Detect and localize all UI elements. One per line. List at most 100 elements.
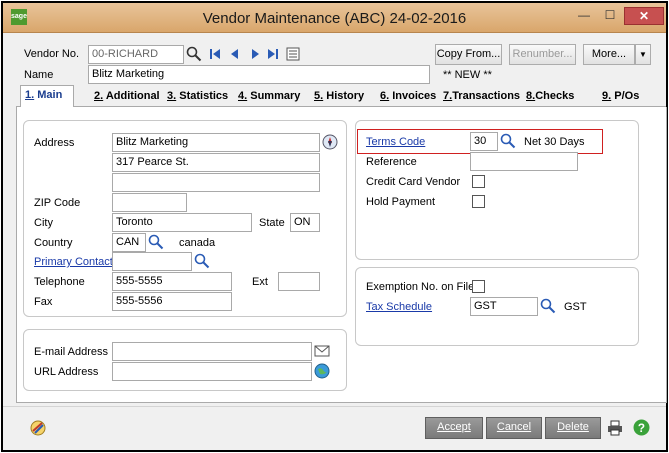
- tab-statistics-number: 3.: [167, 90, 177, 102]
- help-icon[interactable]: ?: [633, 419, 650, 436]
- tax-schedule-field[interactable]: GST: [470, 297, 538, 316]
- address-line2-field[interactable]: 317 Pearce St.: [112, 153, 320, 172]
- country-field[interactable]: CAN: [112, 233, 146, 252]
- web-globe-icon[interactable]: [314, 363, 330, 379]
- tab-checks[interactable]: 8.Checks: [522, 87, 578, 107]
- reference-label: Reference: [366, 156, 417, 168]
- tab-main-number: 1.: [25, 89, 35, 101]
- email-field[interactable]: [112, 342, 312, 361]
- credit-card-vendor-checkbox[interactable]: [472, 175, 485, 188]
- terms-code-field[interactable]: 30: [470, 132, 498, 151]
- cancel-button[interactable]: Cancel: [486, 417, 542, 439]
- close-button[interactable]: ✕: [624, 7, 664, 25]
- url-field[interactable]: [112, 362, 312, 381]
- telephone-label: Telephone: [34, 276, 85, 288]
- telephone-field[interactable]: 555-5555: [112, 272, 232, 291]
- tab-summary-number: 4.: [238, 90, 248, 102]
- vendor-maintenance-window: sage Vendor Maintenance (ABC) 24-02-2016…: [1, 1, 668, 452]
- tab-summary[interactable]: 4. Summary: [234, 87, 304, 107]
- more-button[interactable]: More...: [583, 44, 635, 65]
- tax-schedule-description: GST: [564, 301, 587, 313]
- exemption-checkbox[interactable]: [472, 280, 485, 293]
- address-line1-field[interactable]: Blitz Marketing: [112, 133, 320, 152]
- tab-main-label: Main: [37, 89, 63, 101]
- fax-field[interactable]: 555-5556: [112, 292, 232, 311]
- hold-payment-checkbox[interactable]: [472, 195, 485, 208]
- new-status-text: ** NEW **: [443, 69, 492, 81]
- list-icon[interactable]: [285, 46, 301, 62]
- ext-label: Ext: [252, 276, 268, 288]
- main-tab-content: Address Blitz Marketing 317 Pearce St. Z…: [16, 107, 667, 403]
- footer-bar: Accept Cancel Delete ?: [3, 406, 666, 450]
- more-dropdown-icon[interactable]: ▼: [635, 44, 651, 65]
- reference-field[interactable]: [470, 152, 578, 171]
- city-label: City: [34, 217, 53, 229]
- country-lookup-icon[interactable]: [148, 234, 164, 250]
- zip-code-label: ZIP Code: [34, 197, 81, 209]
- printer-icon[interactable]: [607, 420, 623, 436]
- accept-button[interactable]: Accept: [425, 417, 483, 439]
- tab-history-number: 5.: [314, 90, 324, 102]
- tab-history-label: History: [326, 90, 365, 102]
- tab-transactions[interactable]: 7.Transactions: [439, 87, 524, 107]
- terms-code-link[interactable]: Terms Code: [366, 136, 425, 148]
- maximize-button[interactable]: ☐: [597, 7, 623, 25]
- svg-text:?: ?: [638, 422, 645, 435]
- tax-schedule-link[interactable]: Tax Schedule: [366, 301, 432, 313]
- delete-button[interactable]: Delete: [545, 417, 601, 439]
- country-label: Country: [34, 237, 73, 249]
- terms-lookup-icon[interactable]: [500, 133, 516, 149]
- minimize-button[interactable]: —: [571, 7, 597, 25]
- email-envelope-icon[interactable]: [314, 343, 330, 359]
- url-label: URL Address: [34, 366, 99, 378]
- ext-field[interactable]: [278, 272, 320, 291]
- primary-contact-field[interactable]: [112, 252, 192, 271]
- tab-additional-label: Additional: [105, 90, 160, 102]
- tab-additional-number: 2.: [94, 90, 104, 102]
- tab-statistics-label: Statistics: [179, 90, 229, 102]
- terms-panel: Terms Code 30 Net 30 Days Reference Cred…: [355, 120, 639, 260]
- zip-code-field[interactable]: [112, 193, 187, 212]
- address-panel: Address Blitz Marketing 317 Pearce St. Z…: [23, 120, 347, 317]
- tab-invoices[interactable]: 6. Invoices: [376, 87, 440, 107]
- tab-statistics[interactable]: 3. Statistics: [163, 87, 232, 107]
- city-field[interactable]: Toronto: [112, 213, 252, 232]
- renumber-button[interactable]: Renumber...: [509, 44, 576, 65]
- tab-checks-label: Checks: [535, 90, 575, 102]
- email-label: E-mail Address: [34, 346, 108, 358]
- contact-lookup-icon[interactable]: [194, 253, 210, 269]
- primary-contact-link[interactable]: Primary Contact: [34, 256, 113, 268]
- copy-from-button[interactable]: Copy From...: [435, 44, 502, 65]
- tab-history[interactable]: 5. History: [310, 87, 368, 107]
- tab-main[interactable]: 1. Main: [20, 85, 74, 108]
- first-record-icon[interactable]: [207, 46, 223, 62]
- exemption-label: Exemption No. on File: [366, 281, 475, 293]
- previous-record-icon[interactable]: [227, 46, 243, 62]
- tab-strip: 1. Main 2. Additional 3. Statistics 4. S…: [16, 85, 666, 108]
- state-field[interactable]: ON: [290, 213, 320, 232]
- state-label: State: [259, 217, 285, 229]
- terms-description: Net 30 Days: [524, 136, 585, 148]
- credit-card-vendor-label: Credit Card Vendor: [366, 176, 461, 188]
- name-label: Name: [24, 69, 54, 81]
- vendor-no-label: Vendor No.: [24, 48, 80, 60]
- tab-pos[interactable]: 9. P/Os: [598, 87, 643, 107]
- tax-schedule-lookup-icon[interactable]: [540, 298, 556, 314]
- internet-panel: E-mail Address URL Address: [23, 329, 347, 391]
- quick-print-icon[interactable]: [30, 420, 46, 436]
- next-record-icon[interactable]: [247, 46, 263, 62]
- title-bar[interactable]: sage Vendor Maintenance (ABC) 24-02-2016…: [3, 3, 666, 33]
- tab-invoices-label: Invoices: [392, 90, 437, 102]
- country-name-text: canada: [179, 237, 216, 249]
- address-line3-field[interactable]: [112, 173, 320, 192]
- tab-transactions-label: Transactions: [452, 90, 521, 102]
- window-title: Vendor Maintenance (ABC) 24-02-2016: [202, 10, 467, 27]
- vendor-lookup-icon[interactable]: [186, 46, 202, 62]
- tab-pos-label: P/Os: [614, 90, 640, 102]
- tab-pos-number: 9.: [602, 90, 612, 102]
- name-field[interactable]: Blitz Marketing: [88, 65, 430, 84]
- tab-additional[interactable]: 2. Additional: [90, 87, 164, 107]
- last-record-icon[interactable]: [265, 46, 281, 62]
- map-compass-icon[interactable]: [322, 134, 338, 150]
- vendor-no-field[interactable]: 00-RICHARD: [88, 45, 184, 64]
